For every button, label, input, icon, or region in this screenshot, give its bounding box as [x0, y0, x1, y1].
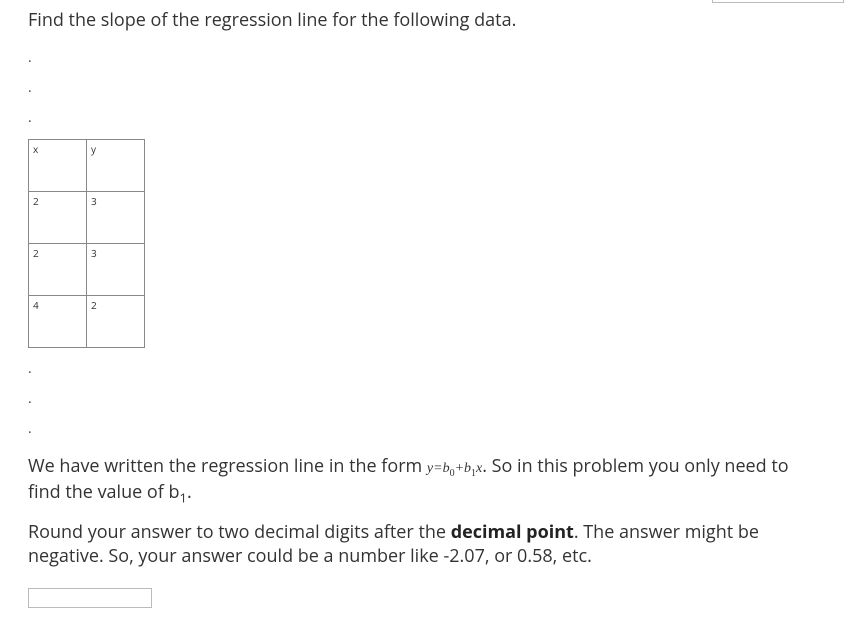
formula: y=b0+b1x [427, 461, 482, 476]
dot: . [28, 103, 824, 133]
table-cell-x: 4 [29, 296, 87, 348]
dot: . [28, 384, 824, 414]
table-cell-x: 2 [29, 244, 87, 296]
spacer-dots-top: . . . [28, 43, 824, 133]
dot: . [28, 354, 824, 384]
table-cell-x: 2 [29, 192, 87, 244]
formula-b1: b [464, 461, 471, 476]
formula-eq: = [433, 461, 442, 476]
explain-text: We have written the regression line in t… [28, 454, 427, 478]
table-cell-y: 3 [87, 244, 145, 296]
partial-input-above [712, 0, 844, 3]
dot: . [28, 414, 824, 444]
table-row: 4 2 [29, 296, 145, 348]
table-header-y: y [87, 140, 145, 192]
decimal-point-strong: decimal point [451, 520, 574, 544]
explain-text: Round your answer to two decimal digits … [28, 520, 451, 544]
table-row: x y [29, 140, 145, 192]
answer-input[interactable] [28, 588, 152, 608]
question-prompt: Find the slope of the regression line fo… [28, 8, 824, 33]
b1-subscript: 1 [180, 489, 187, 507]
dot: . [28, 73, 824, 103]
explanation-line-1: We have written the regression line in t… [28, 454, 824, 507]
formula-plus: + [455, 461, 464, 476]
table-cell-y: 3 [87, 192, 145, 244]
spacer-dots-bottom: . . . [28, 354, 824, 444]
data-table: x y 2 3 2 3 4 2 [28, 139, 145, 348]
table-row: 2 3 [29, 192, 145, 244]
explanation-line-2: Round your answer to two decimal digits … [28, 520, 824, 569]
explain-text: . [187, 480, 192, 504]
table-row: 2 3 [29, 244, 145, 296]
table-cell-y: 2 [87, 296, 145, 348]
dot: . [28, 43, 824, 73]
formula-b0: b [443, 461, 450, 476]
table-header-x: x [29, 140, 87, 192]
